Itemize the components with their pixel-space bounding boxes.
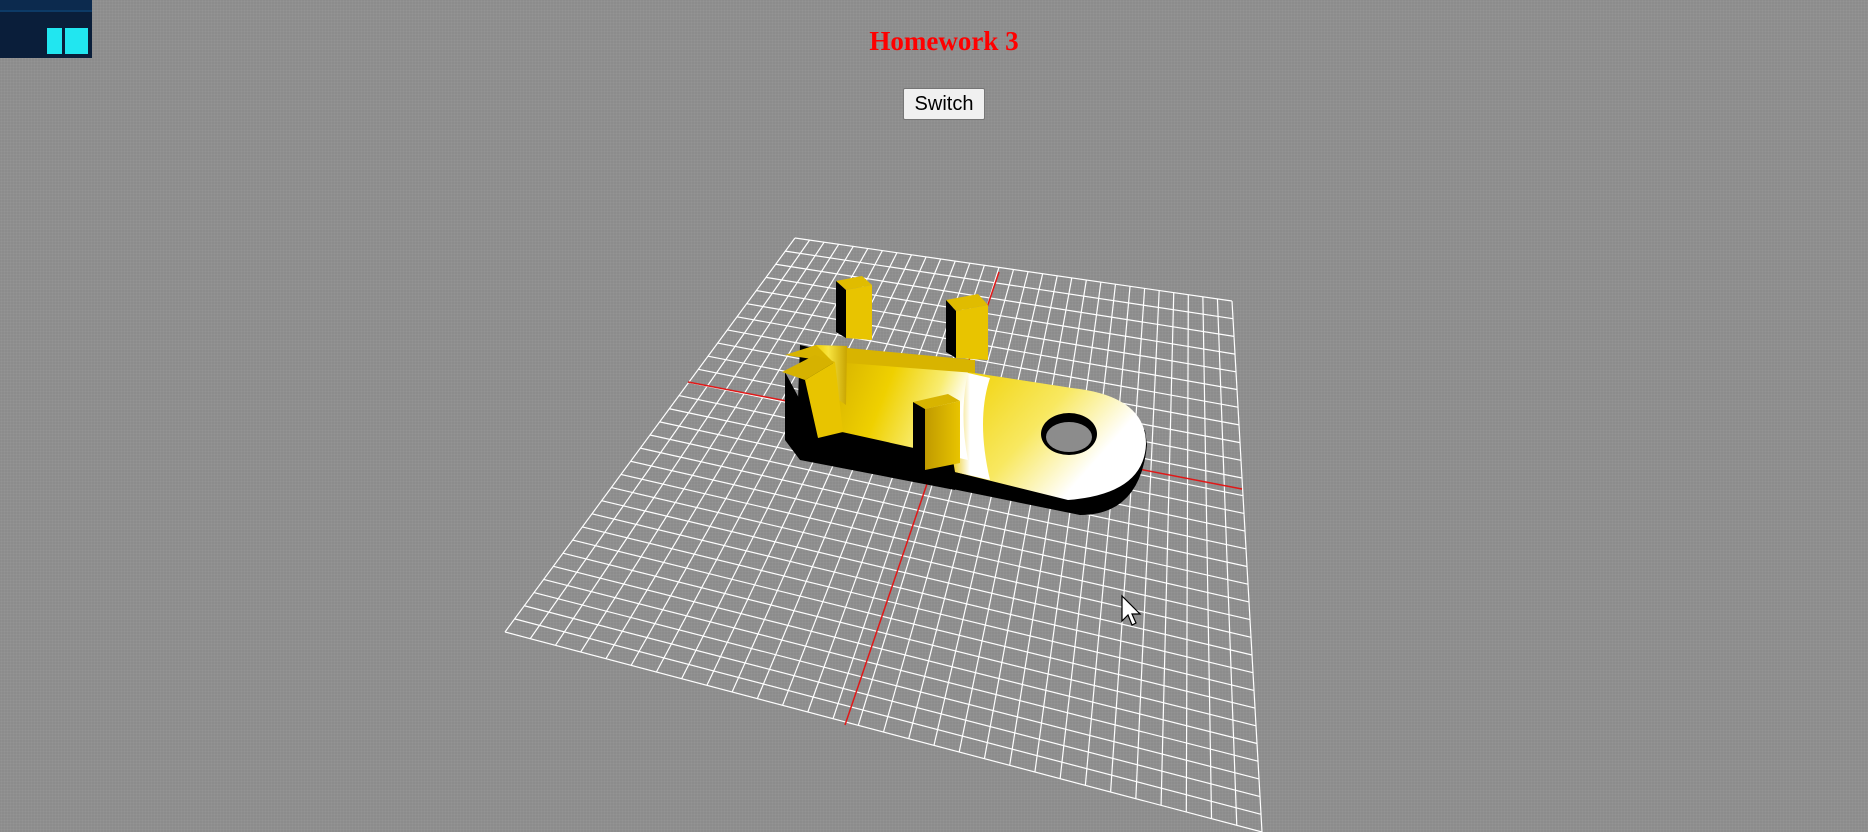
grid-line bbox=[1059, 284, 1117, 779]
front-post-front bbox=[913, 402, 925, 470]
left-wall-front bbox=[785, 372, 800, 460]
grid-line bbox=[553, 565, 1258, 745]
grid-line bbox=[582, 526, 1255, 691]
grid-line bbox=[533, 592, 1260, 780]
webgl-canvas[interactable]: Homework 3 Switch bbox=[0, 0, 1868, 832]
tab-hole-inner bbox=[1046, 422, 1092, 452]
grid-line bbox=[572, 539, 1256, 709]
grid-line bbox=[504, 631, 1263, 832]
grid-line bbox=[1009, 279, 1087, 766]
grid-line bbox=[1231, 300, 1263, 832]
grid-line bbox=[524, 605, 1261, 798]
back-left-post-side bbox=[846, 285, 872, 340]
scene-viewport bbox=[504, 237, 1263, 832]
back-right-post-side bbox=[956, 305, 988, 360]
grid-line bbox=[1202, 296, 1213, 819]
grid-line bbox=[1216, 298, 1238, 826]
bracket-model bbox=[782, 276, 1147, 515]
ground-grid bbox=[504, 237, 1263, 832]
mouse-cursor-icon bbox=[1121, 594, 1142, 626]
grid-line bbox=[1160, 292, 1175, 806]
front-post-side bbox=[925, 401, 960, 470]
back-left-post-front bbox=[836, 281, 846, 338]
grid-line bbox=[620, 473, 1251, 621]
grid-line bbox=[611, 486, 1252, 638]
grid-line bbox=[601, 500, 1253, 656]
grid-line bbox=[983, 277, 1073, 759]
grid-line bbox=[1084, 286, 1131, 786]
grid-line bbox=[562, 552, 1257, 727]
